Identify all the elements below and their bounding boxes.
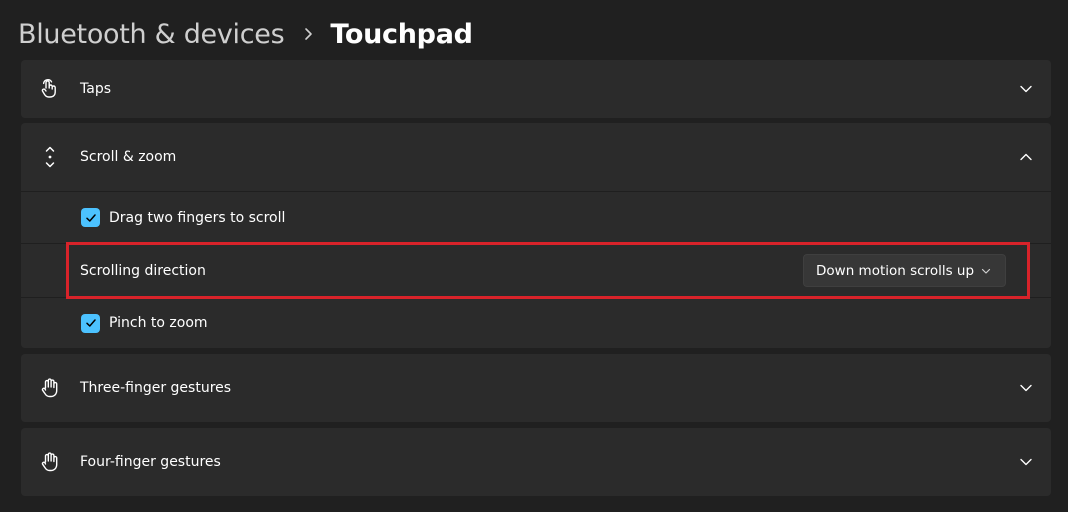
- breadcrumb: Bluetooth & devices Touchpad: [18, 12, 473, 56]
- three-finger-header[interactable]: Three-finger gestures: [21, 354, 1051, 422]
- pinch-to-zoom-row: Pinch to zoom: [21, 298, 1051, 348]
- dropdown-selected-value: Down motion scrolls up: [816, 262, 975, 279]
- hand-icon: [39, 377, 61, 399]
- scroll-arrows-icon: [39, 146, 61, 168]
- taps-header[interactable]: Taps: [21, 60, 1051, 118]
- scroll-zoom-section: Scroll & zoom Drag two fingers to scroll…: [21, 123, 1051, 348]
- drag-two-fingers-checkbox[interactable]: [81, 208, 100, 227]
- chevron-down-icon: [980, 265, 992, 277]
- hand-icon: [39, 451, 61, 473]
- checkmark-icon: [85, 319, 96, 327]
- chevron-down-icon[interactable]: [1019, 381, 1033, 395]
- scrolling-direction-row: Scrolling direction Down motion scrolls …: [21, 244, 1051, 297]
- settings-page: Bluetooth & devices Touchpad Taps Scroll…: [0, 0, 1068, 512]
- four-finger-label: Four-finger gestures: [80, 454, 221, 470]
- checkmark-icon: [85, 213, 96, 222]
- chevron-down-icon[interactable]: [1019, 455, 1033, 469]
- page-title: Touchpad: [330, 18, 473, 50]
- chevron-up-icon[interactable]: [1019, 150, 1033, 164]
- taps-section[interactable]: Taps: [21, 60, 1051, 118]
- drag-two-fingers-row: Drag two fingers to scroll: [21, 192, 1051, 243]
- breadcrumb-parent-link[interactable]: Bluetooth & devices: [18, 19, 285, 50]
- chevron-right-icon: [304, 27, 314, 41]
- four-finger-header[interactable]: Four-finger gestures: [21, 428, 1051, 496]
- drag-two-fingers-label: Drag two fingers to scroll: [109, 209, 286, 226]
- tap-gesture-icon: [39, 78, 61, 100]
- chevron-down-icon[interactable]: [1019, 82, 1033, 96]
- scrolling-direction-label: Scrolling direction: [80, 262, 206, 279]
- scroll-zoom-header[interactable]: Scroll & zoom: [21, 123, 1051, 191]
- taps-label: Taps: [80, 81, 111, 97]
- pinch-to-zoom-checkbox[interactable]: [81, 313, 100, 333]
- three-finger-label: Three-finger gestures: [80, 380, 232, 396]
- scrolling-direction-dropdown[interactable]: Down motion scrolls up: [803, 254, 1006, 287]
- three-finger-section[interactable]: Three-finger gestures: [21, 354, 1051, 422]
- scroll-zoom-label: Scroll & zoom: [80, 149, 177, 165]
- four-finger-section[interactable]: Four-finger gestures: [21, 428, 1051, 496]
- pinch-to-zoom-label: Pinch to zoom: [109, 315, 208, 331]
